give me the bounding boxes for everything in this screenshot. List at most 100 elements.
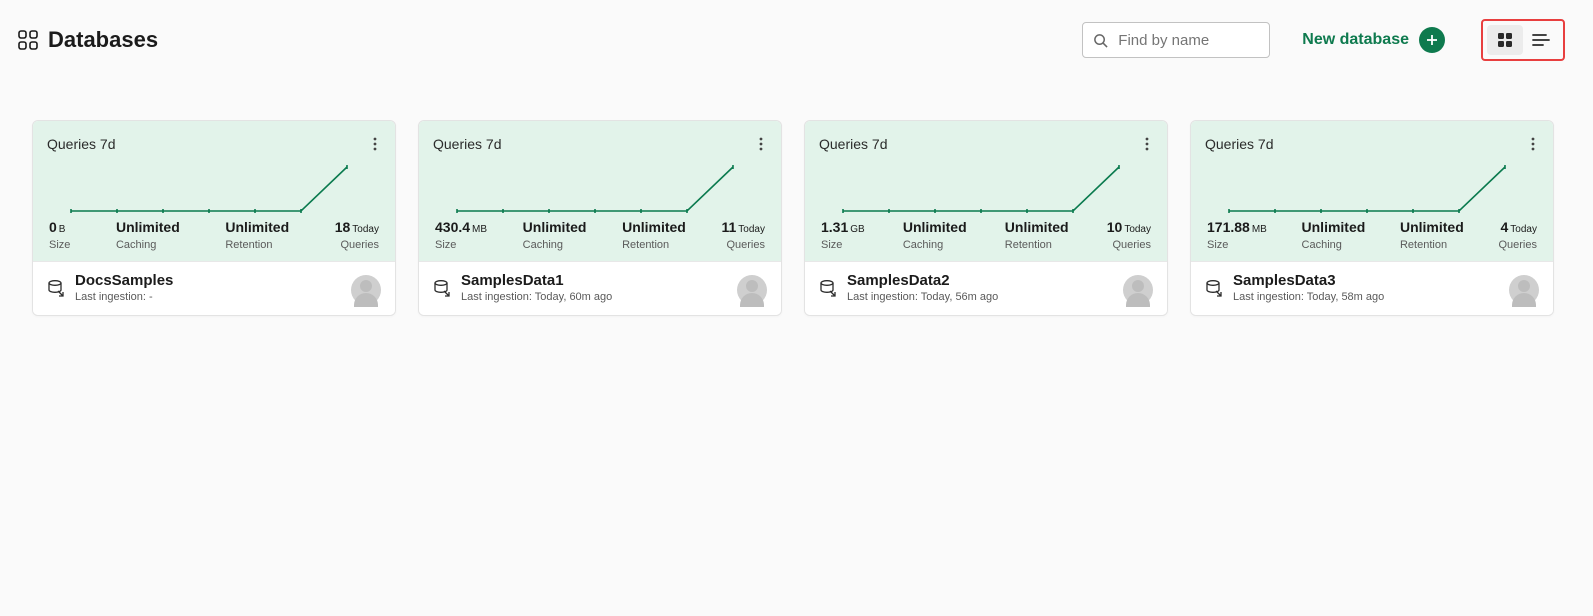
kebab-icon bbox=[1531, 137, 1535, 151]
stat-label: Size bbox=[821, 239, 865, 251]
grid-view-icon bbox=[1497, 32, 1513, 48]
grid-view-button[interactable] bbox=[1487, 25, 1523, 55]
stat-value: 10Today bbox=[1107, 219, 1151, 235]
stat-label: Caching bbox=[903, 239, 967, 251]
database-name: SamplesData3 bbox=[1233, 272, 1384, 289]
database-name: SamplesData1 bbox=[461, 272, 612, 289]
list-view-icon bbox=[1532, 33, 1550, 47]
stat-retention: Unlimited Retention bbox=[1005, 219, 1069, 251]
stat-value: 1.31GB bbox=[821, 219, 865, 235]
list-view-button[interactable] bbox=[1523, 25, 1559, 55]
view-toggle-group bbox=[1481, 19, 1565, 61]
card-info: DocsSamples Last ingestion: - bbox=[75, 272, 173, 303]
stat-value: Unlimited bbox=[903, 219, 967, 235]
stat-label: Queries bbox=[1112, 239, 1151, 251]
stat-retention: Unlimited Retention bbox=[1400, 219, 1464, 251]
database-card[interactable]: Queries 7d 0B Size bbox=[32, 120, 396, 316]
database-name: DocsSamples bbox=[75, 272, 173, 289]
kebab-icon bbox=[373, 137, 377, 151]
stat-label: Caching bbox=[116, 239, 180, 251]
stat-retention: Unlimited Retention bbox=[225, 219, 289, 251]
card-title-row: Queries 7d bbox=[819, 133, 1153, 155]
owner-avatar[interactable] bbox=[737, 275, 767, 305]
search-box[interactable] bbox=[1082, 22, 1270, 58]
database-icon bbox=[819, 279, 837, 297]
stat-label: Size bbox=[49, 239, 70, 251]
last-ingestion: Last ingestion: Today, 60m ago bbox=[461, 291, 612, 303]
stat-value: 171.88MB bbox=[1207, 219, 1267, 235]
database-card[interactable]: Queries 7d 1.31GB bbox=[804, 120, 1168, 316]
card-stats-row: 430.4MB Size Unlimited Caching Unlimited… bbox=[433, 219, 767, 251]
card-title-row: Queries 7d bbox=[47, 133, 381, 155]
stat-size: 430.4MB Size bbox=[435, 219, 487, 251]
plus-circle-icon bbox=[1419, 27, 1445, 53]
stat-label: Queries bbox=[340, 239, 379, 251]
card-bottom: DocsSamples Last ingestion: - bbox=[33, 261, 395, 315]
stat-label: Retention bbox=[1400, 239, 1464, 251]
stat-queries: 18Today Queries bbox=[335, 219, 379, 251]
last-ingestion: Last ingestion: Today, 56m ago bbox=[847, 291, 998, 303]
stat-caching: Unlimited Caching bbox=[523, 219, 587, 251]
stat-value: Unlimited bbox=[116, 219, 180, 235]
card-menu-button[interactable] bbox=[755, 133, 767, 155]
stat-value: Unlimited bbox=[622, 219, 686, 235]
stat-queries: 11Today Queries bbox=[721, 219, 765, 251]
stat-value: 4Today bbox=[1501, 219, 1537, 235]
card-menu-button[interactable] bbox=[1141, 133, 1153, 155]
stat-label: Retention bbox=[1005, 239, 1069, 251]
last-ingestion: Last ingestion: Today, 58m ago bbox=[1233, 291, 1384, 303]
stat-size: 0B Size bbox=[49, 219, 70, 251]
queries-7d-label: Queries 7d bbox=[819, 136, 887, 152]
stat-size: 171.88MB Size bbox=[1207, 219, 1267, 251]
card-bottom: SamplesData1 Last ingestion: Today, 60m … bbox=[419, 261, 781, 315]
database-icon bbox=[433, 279, 451, 297]
stat-label: Size bbox=[435, 239, 487, 251]
queries-7d-label: Queries 7d bbox=[433, 136, 501, 152]
search-icon bbox=[1093, 33, 1108, 48]
stat-value: Unlimited bbox=[1400, 219, 1464, 235]
stat-value: 0B bbox=[49, 219, 70, 235]
page-header: Databases New database bbox=[18, 18, 1565, 62]
stat-queries: 10Today Queries bbox=[1107, 219, 1151, 251]
stat-label: Caching bbox=[1302, 239, 1366, 251]
card-stats-row: 0B Size Unlimited Caching Unlimited Rete… bbox=[47, 219, 381, 251]
sparkline-chart bbox=[819, 161, 1153, 217]
sparkline-chart bbox=[47, 161, 381, 217]
stat-value: Unlimited bbox=[523, 219, 587, 235]
card-top: Queries 7d 171.88MB bbox=[1191, 121, 1553, 261]
sparkline-chart bbox=[1205, 161, 1539, 217]
card-title-row: Queries 7d bbox=[433, 133, 767, 155]
owner-avatar[interactable] bbox=[1123, 275, 1153, 305]
stat-value: 11Today bbox=[721, 219, 765, 235]
card-stats-row: 1.31GB Size Unlimited Caching Unlimited … bbox=[819, 219, 1153, 251]
owner-avatar[interactable] bbox=[351, 275, 381, 305]
title-wrap: Databases bbox=[18, 27, 158, 53]
stat-label: Queries bbox=[726, 239, 765, 251]
databases-grid-icon bbox=[18, 30, 38, 50]
card-info: SamplesData1 Last ingestion: Today, 60m … bbox=[461, 272, 612, 303]
card-top: Queries 7d 1.31GB bbox=[805, 121, 1167, 261]
owner-avatar[interactable] bbox=[1509, 275, 1539, 305]
stat-label: Retention bbox=[622, 239, 686, 251]
stat-retention: Unlimited Retention bbox=[622, 219, 686, 251]
database-card[interactable]: Queries 7d 430.4MB bbox=[418, 120, 782, 316]
new-database-button[interactable]: New database bbox=[1302, 27, 1445, 53]
cards-grid: Queries 7d 0B Size bbox=[32, 120, 1565, 316]
last-ingestion: Last ingestion: - bbox=[75, 291, 173, 303]
database-card[interactable]: Queries 7d 171.88MB bbox=[1190, 120, 1554, 316]
databases-page: { "header":{ "title":"Databases", "searc… bbox=[0, 0, 1593, 616]
card-top: Queries 7d 430.4MB bbox=[419, 121, 781, 261]
kebab-icon bbox=[1145, 137, 1149, 151]
card-info: SamplesData2 Last ingestion: Today, 56m … bbox=[847, 272, 998, 303]
card-menu-button[interactable] bbox=[369, 133, 381, 155]
sparkline-chart bbox=[433, 161, 767, 217]
stat-value: 18Today bbox=[335, 219, 379, 235]
stat-value: Unlimited bbox=[225, 219, 289, 235]
search-input[interactable] bbox=[1116, 31, 1259, 50]
card-bottom: SamplesData2 Last ingestion: Today, 56m … bbox=[805, 261, 1167, 315]
queries-7d-label: Queries 7d bbox=[1205, 136, 1273, 152]
stat-caching: Unlimited Caching bbox=[116, 219, 180, 251]
card-info: SamplesData3 Last ingestion: Today, 58m … bbox=[1233, 272, 1384, 303]
stat-label: Queries bbox=[1498, 239, 1537, 251]
card-menu-button[interactable] bbox=[1527, 133, 1539, 155]
